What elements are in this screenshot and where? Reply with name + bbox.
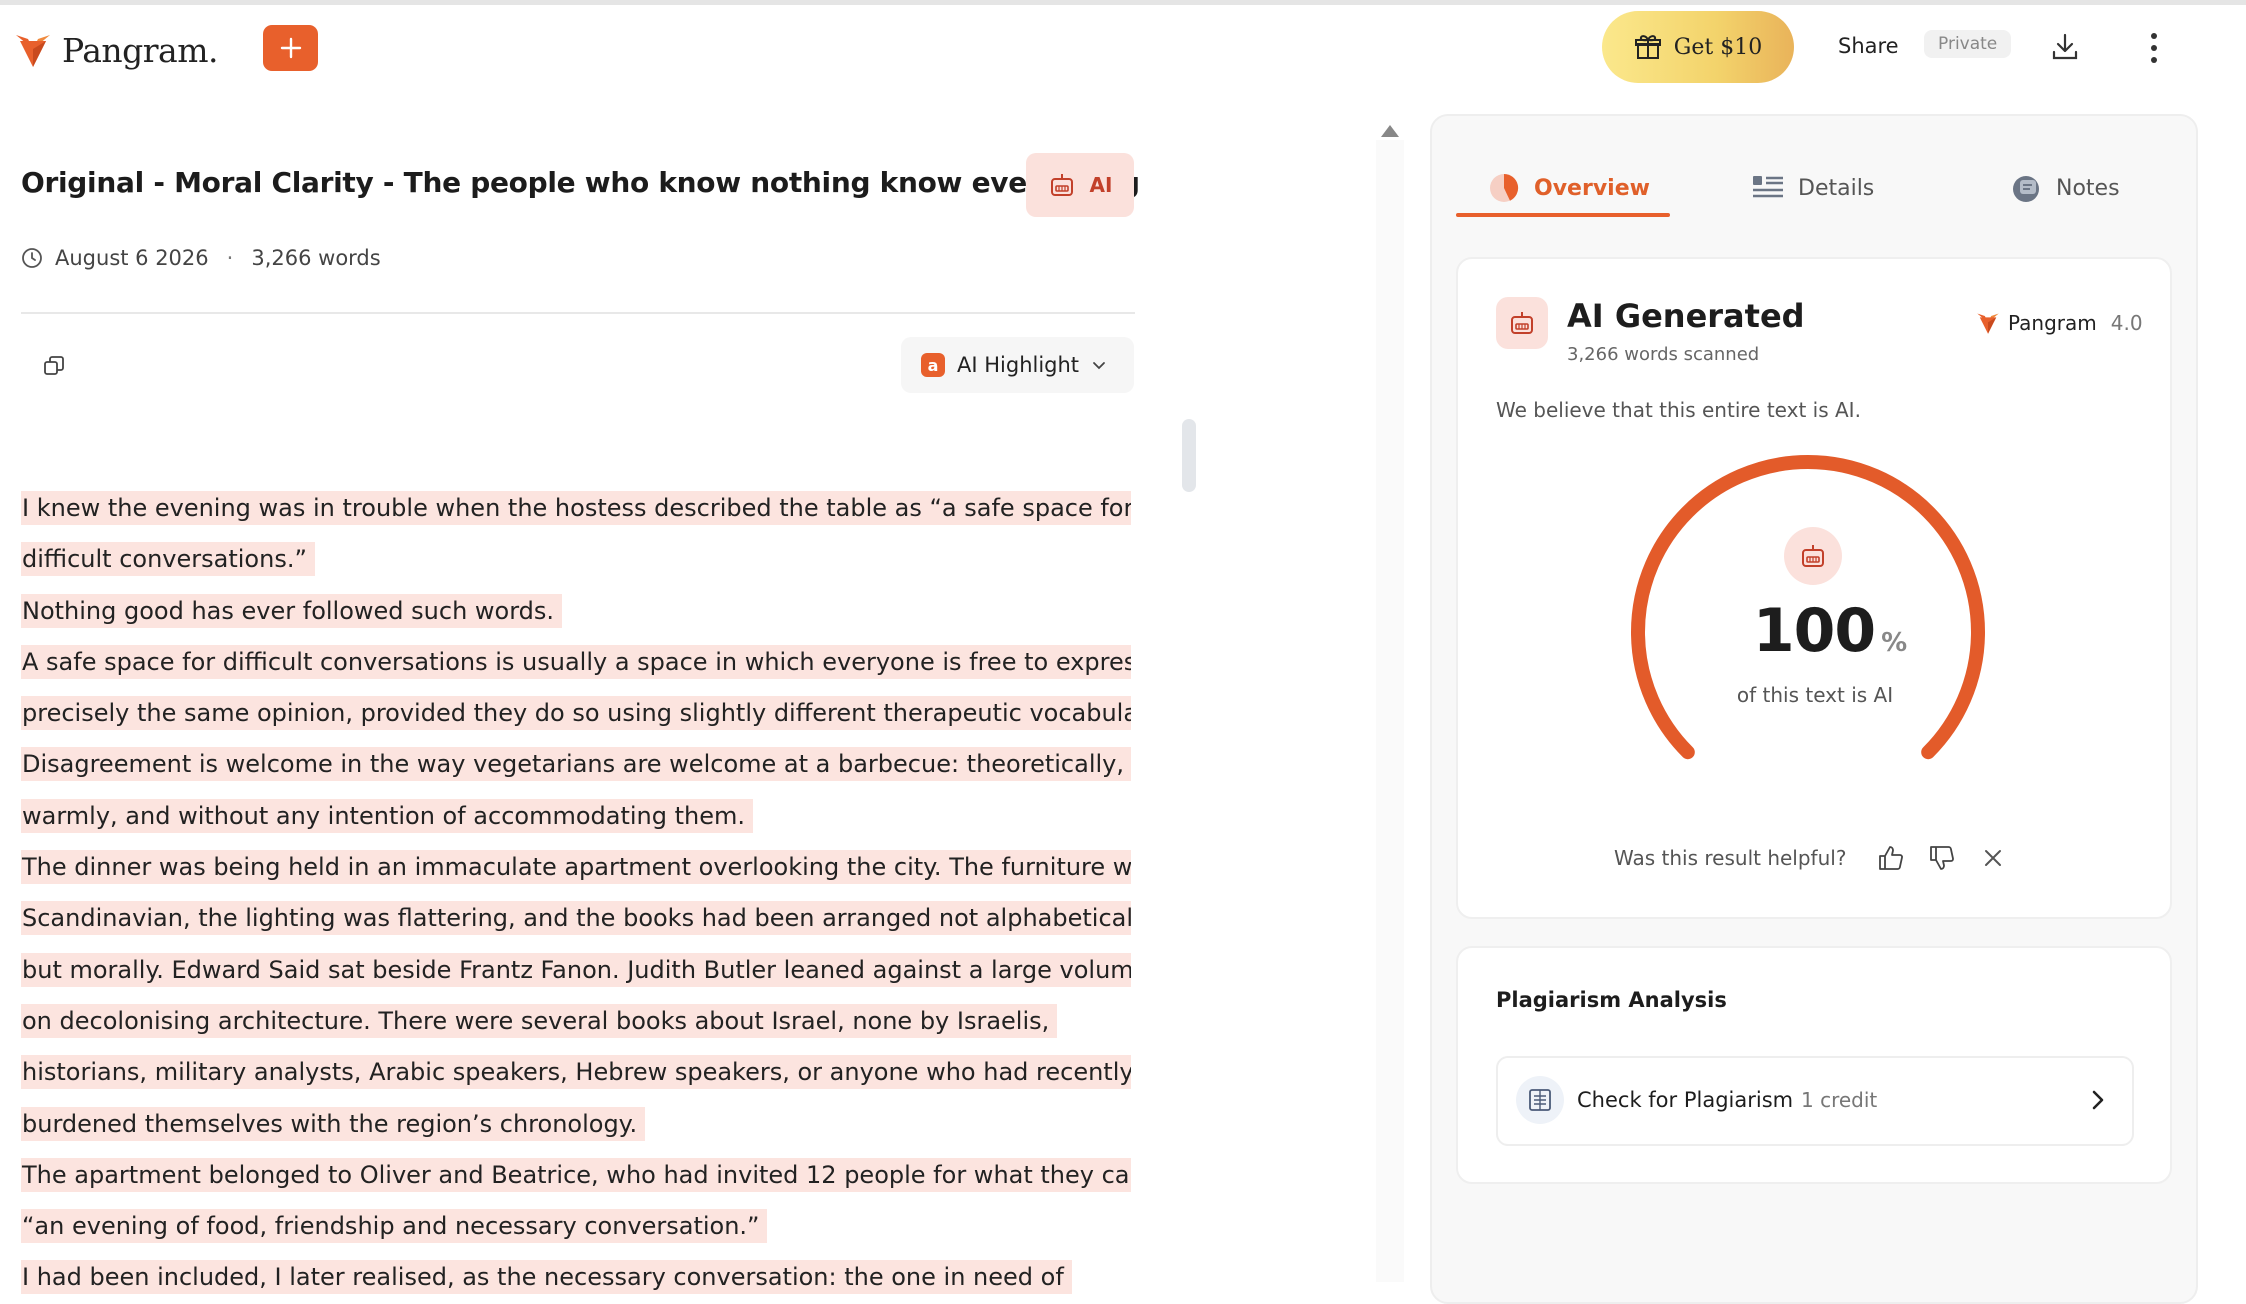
- highlighted-text: warmly, and without any intention of acc…: [21, 798, 754, 833]
- pangram-logo[interactable]: Pangram.: [14, 20, 219, 80]
- text-line: historians, military analysts, Arabic sp…: [21, 1047, 1131, 1098]
- privacy-badge[interactable]: Private: [1924, 30, 2012, 58]
- model-name: Pangram: [2008, 311, 2097, 335]
- result-belief: We believe that this entire text is AI.: [1496, 398, 1861, 422]
- list-icon: [1753, 176, 1783, 198]
- header-divider: [21, 312, 1135, 314]
- text-line: A safe space for difficult conversations…: [21, 637, 1131, 688]
- ai-verdict-badge[interactable]: AI: [1026, 153, 1134, 217]
- highlighted-text: “an evening of food, friendship and nece…: [21, 1209, 768, 1244]
- text-line: warmly, and without any intention of acc…: [21, 791, 1131, 842]
- robot-icon: [1511, 312, 1533, 334]
- highlighted-text: A safe space for difficult conversations…: [21, 644, 1131, 679]
- feedback-prompt: Was this result helpful?: [1614, 846, 1847, 870]
- percent-sign: %: [1881, 628, 1908, 658]
- model-version: 4.0: [2110, 311, 2143, 335]
- fox-logo-icon: [16, 35, 50, 67]
- ai-percentage: 100%: [1730, 596, 1930, 666]
- text-line: difficult conversations.”: [21, 534, 1131, 585]
- gift-icon: [1634, 35, 1661, 59]
- chevron-right-icon[interactable]: [2088, 1088, 2108, 1112]
- result-robot-badge: [1496, 297, 1548, 349]
- copy-icon[interactable]: [42, 354, 66, 378]
- tab-notes-label: Notes: [2056, 175, 2120, 201]
- ai-percentage-value: 100: [1752, 596, 1876, 666]
- highlighted-text: but morally. Edward Said sat beside Fran…: [21, 952, 1131, 987]
- check-plagiarism-label: Check for Plagiarism: [1577, 1088, 1794, 1112]
- pangram-a-icon: a: [921, 353, 945, 377]
- document-date: August 6 2026: [55, 246, 209, 270]
- text-line: I had been included, I later realised, a…: [21, 1252, 1131, 1303]
- tab-overview-label: Overview: [1534, 175, 1650, 201]
- text-line: Scandinavian, the lighting was flatterin…: [21, 893, 1131, 944]
- logo-text: Pangram.: [62, 30, 219, 70]
- document-meta: August 6 2026 · 3,266 words: [21, 246, 381, 270]
- plus-icon: [280, 37, 301, 59]
- plagiarism-cost: 1 credit: [1801, 1088, 1878, 1112]
- text-line: precisely the same opinion, provided the…: [21, 688, 1131, 739]
- get-10-label: Get $10: [1673, 34, 1763, 60]
- text-line: The apartment belonged to Oliver and Bea…: [21, 1150, 1131, 1201]
- highlighted-text: I knew the evening was in trouble when t…: [21, 491, 1131, 525]
- highlighted-text: precisely the same opinion, provided the…: [21, 696, 1131, 731]
- pie-icon: [1490, 173, 1519, 202]
- tab-overview[interactable]: Overview: [1488, 163, 1650, 213]
- notes-icon: [2013, 176, 2039, 202]
- document-title: Original - Moral Clarity - The people wh…: [21, 166, 1140, 199]
- plagiarism-icon-badge: [1516, 1076, 1564, 1124]
- highlight-mode-label: AI Highlight: [957, 353, 1080, 377]
- chevron-down-icon: [1093, 362, 1105, 370]
- highlighted-text: Disagreement is welcome in the way veget…: [21, 747, 1131, 782]
- highlighted-text: burdened themselves with the region’s ch…: [21, 1106, 646, 1141]
- document-scan-icon: [1529, 1089, 1551, 1111]
- model-label: Pangram 4.0: [1976, 311, 2143, 335]
- document-body: I knew the evening was in trouble when t…: [21, 483, 1131, 1304]
- kebab-menu-icon[interactable]: [2142, 28, 2166, 68]
- active-tab-underline: [1456, 213, 1670, 217]
- plagiarism-title: Plagiarism Analysis: [1496, 988, 1727, 1012]
- highlighted-text: The apartment belonged to Oliver and Bea…: [21, 1157, 1131, 1192]
- thumbs-down-icon[interactable]: [1927, 843, 1957, 873]
- meta-separator: ·: [226, 246, 234, 270]
- ai-verdict-label: AI: [1089, 173, 1113, 197]
- scroll-up-arrow-icon[interactable]: [1380, 123, 1400, 139]
- ai-percentage-caption: of this text is AI: [1736, 683, 1894, 707]
- text-line: Disagreement is welcome in the way veget…: [21, 739, 1131, 790]
- text-line: Nothing good has ever followed such word…: [21, 586, 1131, 637]
- text-line: I knew the evening was in trouble when t…: [21, 483, 1131, 534]
- new-document-button[interactable]: [263, 25, 318, 71]
- highlighted-text: Scandinavian, the lighting was flatterin…: [21, 901, 1131, 936]
- tab-details[interactable]: Details: [1752, 163, 1874, 213]
- highlighted-text: I had been included, I later realised, a…: [21, 1260, 1072, 1295]
- close-icon[interactable]: [1983, 848, 2003, 868]
- download-icon[interactable]: [2048, 30, 2082, 64]
- words-scanned: 3,266 words scanned: [1567, 344, 1760, 365]
- text-line: burdened themselves with the region’s ch…: [21, 1099, 1131, 1150]
- text-line: The dinner was being held in an immacula…: [21, 842, 1131, 893]
- result-title: AI Generated: [1567, 297, 1805, 335]
- highlighted-text: The dinner was being held in an immacula…: [21, 850, 1131, 885]
- highlighted-text: on decolonising architecture. There were…: [21, 1003, 1058, 1038]
- robot-icon: [1050, 174, 1073, 196]
- clock-icon: [22, 248, 42, 268]
- thumbs-up-icon[interactable]: [1876, 843, 1906, 873]
- highlighted-text: historians, military analysts, Arabic sp…: [21, 1055, 1131, 1090]
- ai-highlight-dropdown[interactable]: a AI Highlight: [901, 337, 1134, 393]
- tab-notes[interactable]: Notes: [2010, 163, 2120, 213]
- highlighted-text: difficult conversations.”: [21, 542, 315, 577]
- text-line: on decolonising architecture. There were…: [21, 996, 1131, 1047]
- highlighted-text: Nothing good has ever followed such word…: [21, 593, 563, 628]
- document-scrollbar-thumb[interactable]: [1182, 419, 1196, 492]
- panel-scroll-gutter[interactable]: [1376, 140, 1404, 1282]
- tab-details-label: Details: [1798, 175, 1875, 201]
- text-line: but morally. Edward Said sat beside Fran…: [21, 945, 1131, 996]
- top-border: [0, 0, 2246, 5]
- robot-icon: [1802, 545, 1824, 567]
- get-10-button[interactable]: Get $10: [1602, 11, 1794, 83]
- fox-logo-icon: [1977, 313, 1999, 334]
- text-line: “an evening of food, friendship and nece…: [21, 1201, 1131, 1252]
- share-button[interactable]: Share: [1838, 34, 1899, 58]
- document-word-count: 3,266 words: [251, 246, 381, 270]
- gauge-robot-badge: [1784, 527, 1842, 585]
